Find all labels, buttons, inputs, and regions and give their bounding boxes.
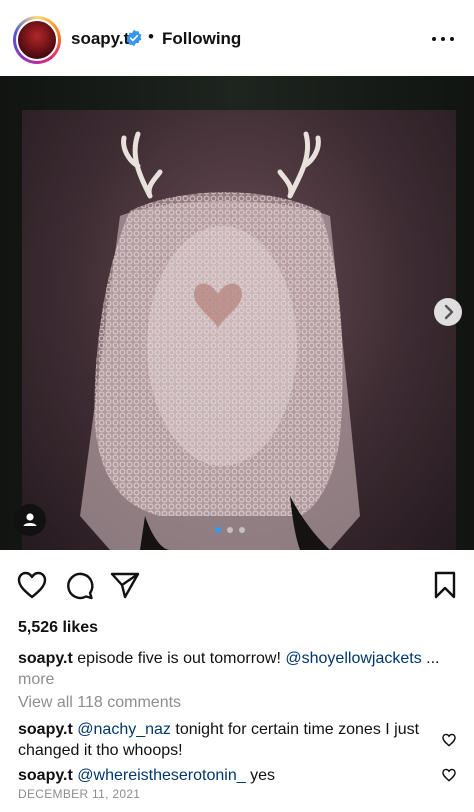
- more-options-icon[interactable]: [430, 26, 456, 52]
- likes-count[interactable]: 5,526 likes: [18, 619, 98, 637]
- post-image[interactable]: [0, 76, 474, 550]
- user-tag-button[interactable]: [14, 504, 46, 536]
- comment-username[interactable]: soapy.t: [18, 721, 73, 738]
- caption-ellipsis: ...: [426, 650, 440, 667]
- comment-item: soapy.t @whereistheserotonin_ yes: [18, 765, 428, 786]
- carousel-dot: [227, 527, 233, 533]
- avatar[interactable]: [13, 16, 61, 64]
- next-image-button[interactable]: [434, 298, 462, 326]
- verified-badge-icon: [126, 29, 142, 47]
- user-tag-icon: [23, 513, 37, 526]
- post-username[interactable]: soapy.t: [71, 29, 129, 49]
- comment-item: soapy.t @nachy_naz tonight for certain t…: [18, 719, 428, 761]
- veiled-figure-illustration: [80, 131, 360, 550]
- caption-username[interactable]: soapy.t: [18, 650, 73, 667]
- comment-username[interactable]: soapy.t: [18, 767, 73, 784]
- comment-text: yes: [250, 767, 275, 784]
- bookmark-icon[interactable]: [433, 571, 457, 599]
- view-all-comments-link[interactable]: View all 118 comments: [18, 694, 181, 712]
- caption-more-link[interactable]: more: [18, 671, 54, 688]
- carousel-dot: [239, 527, 245, 533]
- comment-like-heart-icon[interactable]: [442, 733, 456, 747]
- heart-icon[interactable]: [17, 571, 47, 599]
- carousel-dot-active: [215, 527, 221, 533]
- post-header: soapy.t • Following: [0, 0, 474, 76]
- post-caption: soapy.t episode five is out tomorrow! @s…: [18, 648, 458, 690]
- paper-plane-icon[interactable]: [110, 571, 140, 599]
- post-actions: [0, 566, 474, 606]
- following-button[interactable]: Following: [162, 29, 241, 49]
- separator-dot: •: [148, 27, 154, 46]
- caption-text: episode five is out tomorrow!: [77, 650, 281, 667]
- comment-like-heart-icon[interactable]: [442, 768, 456, 782]
- comment-mention[interactable]: @nachy_naz: [77, 721, 171, 738]
- caption-mention[interactable]: @shoyellowjackets: [285, 650, 421, 667]
- comment-icon[interactable]: [64, 570, 94, 600]
- post-date: DECEMBER 11, 2021: [18, 787, 141, 801]
- chevron-right-icon: [444, 304, 454, 320]
- comment-mention[interactable]: @whereistheserotonin_: [77, 767, 245, 784]
- avatar-image: [16, 19, 58, 61]
